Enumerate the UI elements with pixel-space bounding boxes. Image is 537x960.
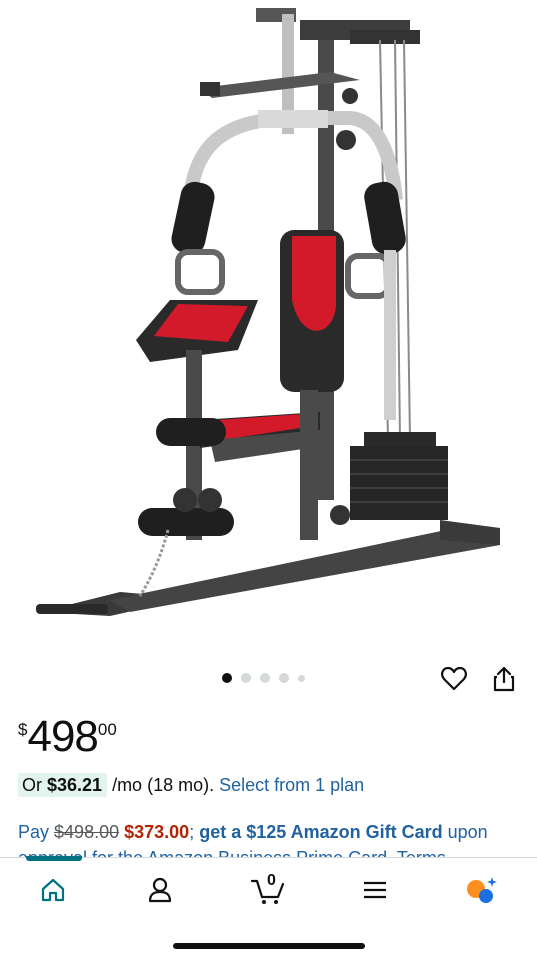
carousel-dot[interactable] [222,673,232,683]
active-tab-indicator [26,856,82,861]
installment-term: /mo (18 mo). [107,775,220,795]
carousel-dot[interactable] [298,674,305,682]
account-icon [148,877,172,903]
cart-count: 0 [267,872,276,889]
ai-assistant-icon [467,877,497,903]
price-fraction: 00 [97,720,117,739]
wishlist-heart-icon[interactable] [439,664,469,694]
nav-cart[interactable]: 0 [246,872,290,908]
price-whole: 498 [27,712,98,761]
share-icon[interactable] [489,664,519,694]
product-image[interactable] [0,0,537,655]
card-offer[interactable]: Pay $498.00 $373.00; get a $125 Amazon G… [18,822,488,843]
menu-icon [364,881,386,899]
installment-prefix: Or [22,775,47,795]
card-offer-separator: ; [189,822,200,842]
card-offer-pay: Pay [18,822,55,842]
card-offer-sale-price: $373.00 [124,822,190,842]
card-offer-gift-card[interactable]: get a $125 Amazon Gift Card [199,822,442,842]
carousel-dot[interactable] [241,673,251,683]
nav-home[interactable] [31,872,75,908]
card-offer-original-price: $498.00 [54,822,120,842]
installment-amount: $36.21 [47,775,103,795]
nav-ai-assistant[interactable] [459,872,503,908]
home-indicator [173,943,365,949]
nav-account[interactable] [138,872,182,908]
price-currency: $ [18,720,28,739]
home-icon [41,878,65,902]
card-offer-tail: upon [442,822,488,842]
product-price: $ 498 00 [18,714,117,760]
installment-pill: Or $36.21 [18,773,108,797]
installment-offer: Or $36.21 /mo (18 mo). Select from 1 pla… [18,773,364,797]
nav-menu[interactable] [353,872,397,908]
carousel-dot[interactable] [260,673,270,683]
select-plan-link[interactable]: Select from 1 plan [219,775,364,795]
carousel-dot[interactable] [279,673,289,683]
home-gym-image [36,8,500,616]
image-carousel-dots[interactable] [222,673,305,683]
